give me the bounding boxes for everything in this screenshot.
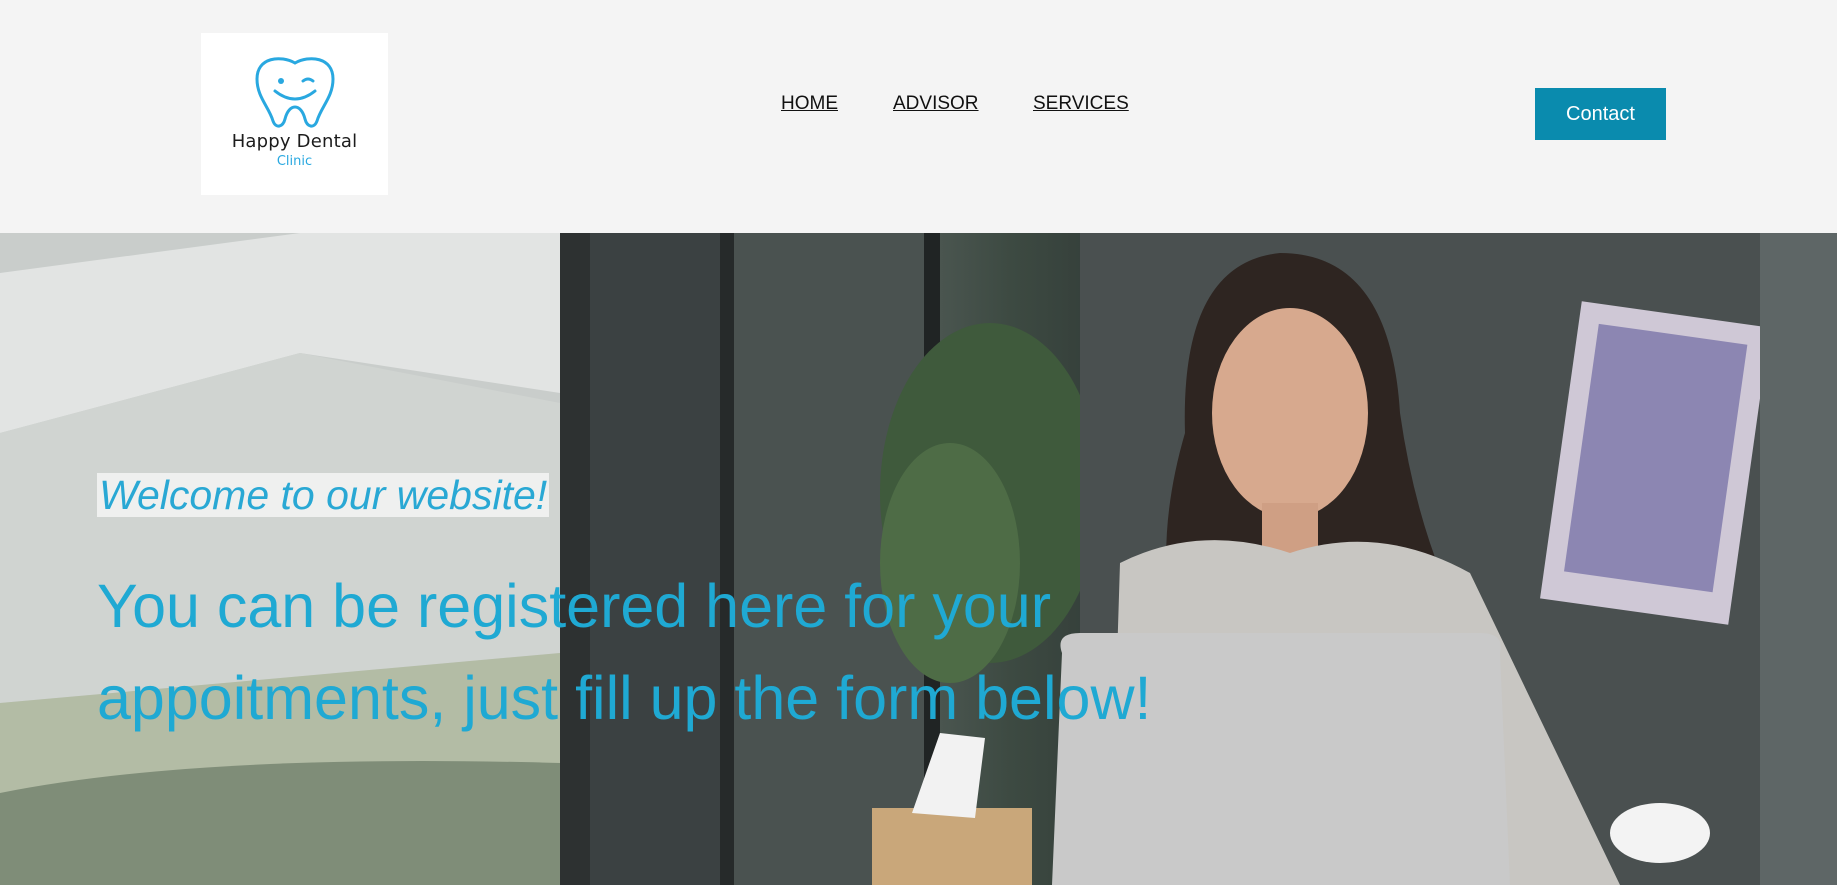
site-header: Happy Dental Clinic HOME ADVISOR SERVICE… [0,0,1837,233]
welcome-heading: Welcome to our website! [97,472,550,518]
hero-headline: You can be registered here for your appo… [97,572,1152,732]
hero-banner: Welcome to our website! You can be regis… [0,233,1837,885]
nav-home-link[interactable]: HOME [781,93,838,115]
logo-title: Happy Dental [231,131,358,152]
hero-background-photo [0,233,1837,885]
nav-services-link[interactable]: SERVICES [1033,93,1129,115]
nav-advisor-link[interactable]: ADVISOR [893,93,979,115]
logo-subtitle: Clinic [276,154,313,169]
contact-button[interactable]: Contact [1535,88,1666,140]
